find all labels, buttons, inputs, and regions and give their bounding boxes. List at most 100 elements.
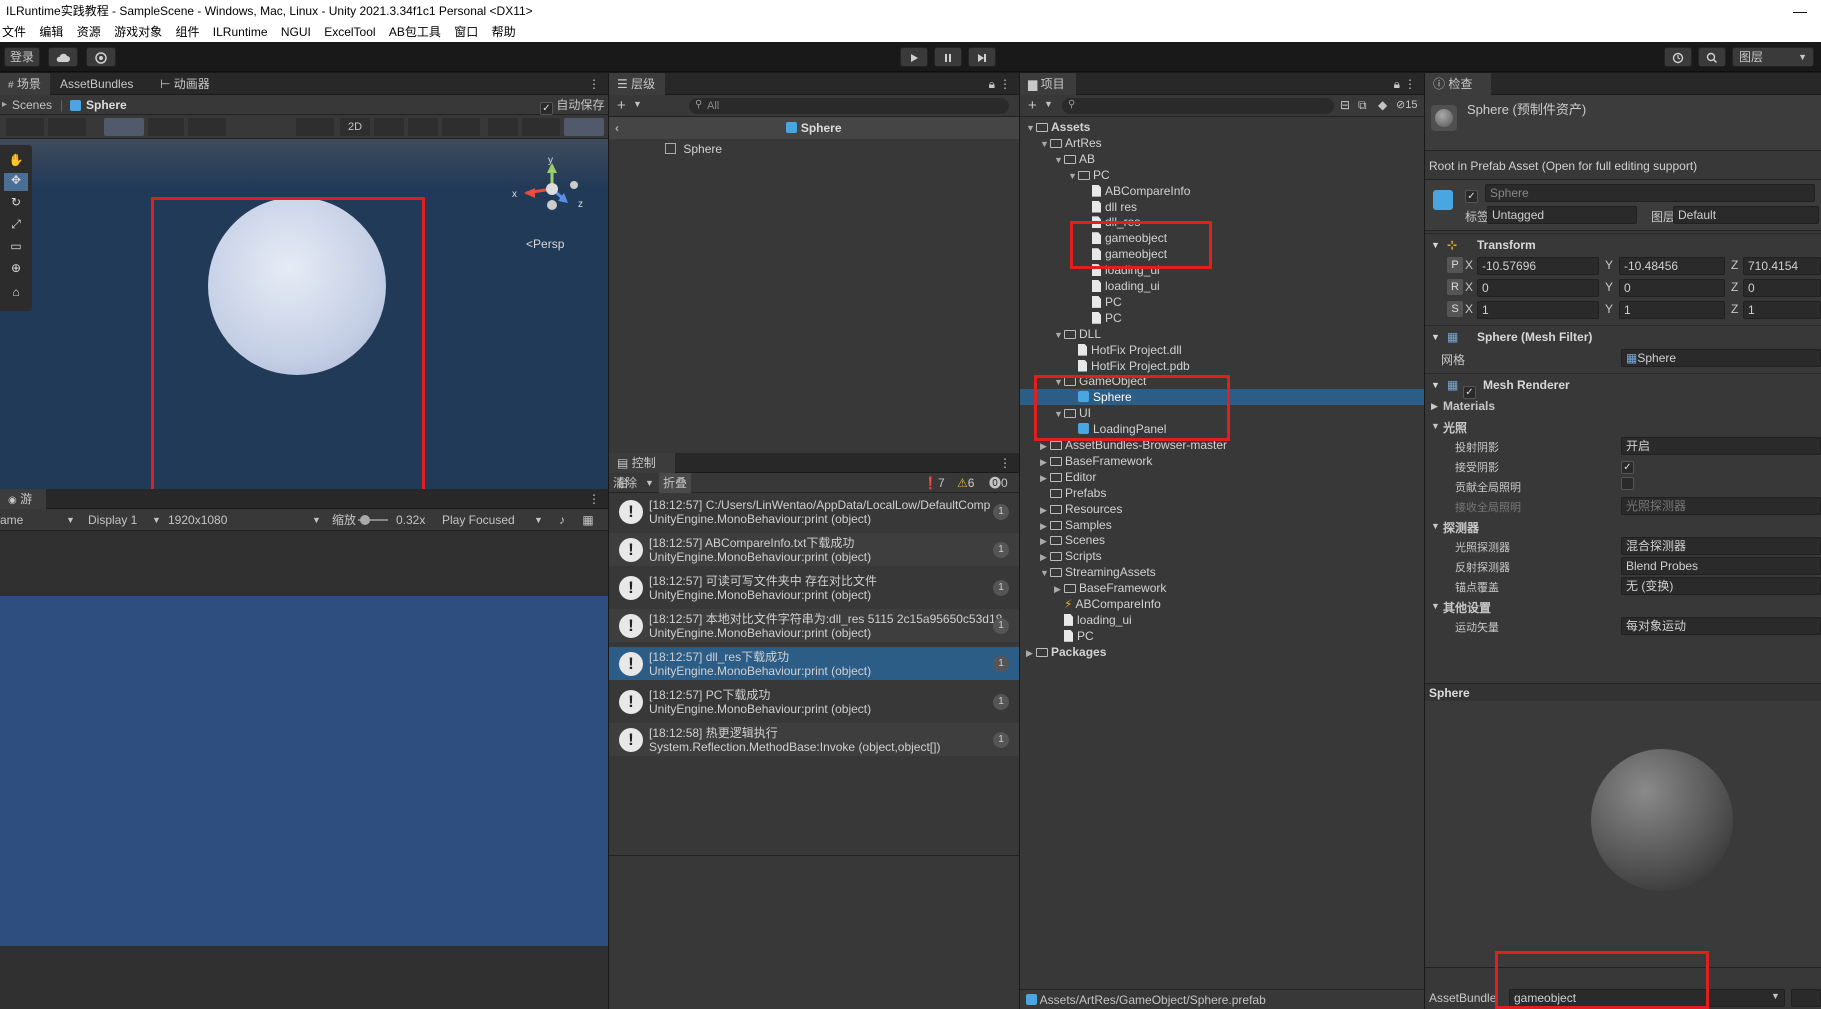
play-button[interactable] xyxy=(900,47,928,67)
log-entry[interactable]: ! [18:12:57] 本地对比文件字符串为:dll_res 5115 2c1… xyxy=(609,609,1019,642)
menu-file[interactable]: 文件 xyxy=(2,22,34,42)
visibility-toggle[interactable] xyxy=(488,118,518,136)
scale-z-field[interactable]: 1 xyxy=(1743,301,1821,319)
game-mode-dropdown[interactable]: ame xyxy=(0,509,23,531)
custom-tool-icon[interactable]: ⌂ xyxy=(4,285,28,303)
other-settings-foldout[interactable]: 其他设置 xyxy=(1443,599,1491,616)
snap-increment-button[interactable] xyxy=(188,118,226,136)
log-entry[interactable]: ! [18:12:57] C:/Users/LinWentao/AppData/… xyxy=(609,495,1019,528)
persp-label[interactable]: <Persp xyxy=(526,237,564,251)
project-tree-item[interactable]: ▼ ArtRes xyxy=(1040,135,1102,151)
menu-ab-tools[interactable]: AB包工具 xyxy=(389,22,449,42)
breadcrumb-scenes[interactable]: Scenes xyxy=(12,95,52,115)
layers-dropdown[interactable]: 图层 ▼ xyxy=(1732,47,1814,67)
autosave-checkbox[interactable]: ✓ xyxy=(540,102,553,115)
camera-dropdown[interactable] xyxy=(522,118,560,136)
tab-console[interactable]: ▤ 控制台 xyxy=(609,453,675,490)
layer-dropdown[interactable]: Default xyxy=(1673,206,1819,224)
project-tree-item[interactable]: ▼ AB xyxy=(1054,151,1095,167)
project-tree-item[interactable]: ▶ Scenes xyxy=(1040,532,1105,548)
hierarchy-item[interactable]: Sphere xyxy=(665,141,722,157)
more-options-icon[interactable]: ⋮ xyxy=(584,73,604,95)
project-tree-item[interactable]: ▶ Resources xyxy=(1040,501,1122,517)
display-dropdown[interactable]: Display 1 xyxy=(88,509,137,531)
project-tree-item[interactable]: loading_ui xyxy=(1054,612,1132,628)
project-tree-item[interactable]: ABCompareInfo xyxy=(1082,183,1190,199)
preview-sphere[interactable] xyxy=(1591,749,1733,891)
draw-mode-dropdown[interactable] xyxy=(6,118,44,136)
collapse-arrow-icon[interactable]: ▶ xyxy=(1040,502,1050,518)
motion-vectors-dropdown[interactable]: 每对象运动 xyxy=(1621,617,1821,635)
menu-ilruntime[interactable]: ILRuntime xyxy=(213,22,276,42)
add-icon[interactable]: + xyxy=(1028,97,1037,114)
active-checkbox[interactable]: ✓ xyxy=(1465,186,1478,203)
rotate-tool-icon[interactable]: ↻ xyxy=(4,195,28,213)
project-tree-item[interactable]: ▶ BaseFramework xyxy=(1040,453,1152,469)
rotation-y-field[interactable]: 0 xyxy=(1619,279,1725,297)
grid-button[interactable] xyxy=(148,118,184,136)
tab-animator[interactable]: ⊢ 动画器 xyxy=(152,73,218,95)
receive-gi-dropdown[interactable]: 光照探测器 xyxy=(1621,497,1821,515)
materials-foldout[interactable]: Materials xyxy=(1443,399,1495,413)
project-tree-item[interactable]: PC xyxy=(1082,294,1122,310)
receive-shadows-checkbox[interactable]: ✓ xyxy=(1621,457,1634,474)
project-tree-item[interactable]: ▼ DLL xyxy=(1054,326,1101,342)
project-tree-item[interactable]: ▶ Scripts xyxy=(1040,548,1102,564)
info-count-toggle[interactable]: ❗7 xyxy=(923,473,945,493)
warning-count-toggle[interactable]: ⚠6 xyxy=(957,473,974,493)
grid-snap-button[interactable] xyxy=(104,118,144,136)
move-tool-icon[interactable]: ✥ xyxy=(4,173,28,191)
position-x-field[interactable]: -10.57696 xyxy=(1477,257,1599,275)
scale-y-field[interactable]: 1 xyxy=(1619,301,1725,319)
play-focus-dropdown[interactable]: Play Focused xyxy=(442,509,515,531)
light-probes-dropdown[interactable]: 混合探测器 xyxy=(1621,537,1821,555)
game-more-options-icon[interactable]: ⋮ xyxy=(584,489,604,509)
expand-arrow-icon[interactable]: ▼ xyxy=(1068,168,1078,184)
collapse-arrow-icon[interactable]: ▶ xyxy=(1040,533,1050,549)
project-tree-item[interactable]: ▶ BaseFramework xyxy=(1054,580,1166,596)
error-count-toggle[interactable]: ⓿0 xyxy=(989,473,1008,493)
scale-x-field[interactable]: 1 xyxy=(1477,301,1599,319)
tab-project[interactable]: ▆ 项目 xyxy=(1020,73,1076,95)
login-button[interactable]: 登录 xyxy=(4,47,40,67)
resolution-dropdown[interactable]: 1920x1080 xyxy=(168,509,227,531)
step-button[interactable] xyxy=(968,47,996,67)
mode-2d-button[interactable]: 2D xyxy=(340,118,370,136)
project-tree-item[interactable]: PC xyxy=(1054,628,1094,644)
tab-inspector[interactable]: ⓘ 检查器 xyxy=(1425,73,1491,113)
pause-button[interactable] xyxy=(934,47,962,67)
project-tree-item[interactable]: Prefabs xyxy=(1040,485,1106,501)
project-tree-item[interactable]: ▼ StreamingAssets xyxy=(1040,564,1156,580)
project-tree-item[interactable]: ▼ PC xyxy=(1068,167,1110,183)
preview-header[interactable]: Sphere xyxy=(1425,683,1821,701)
transform-tool-icon[interactable]: ⊕ xyxy=(4,261,28,279)
add-icon[interactable]: + xyxy=(617,97,626,114)
anchor-override-field[interactable]: 无 (变换) xyxy=(1621,577,1821,595)
render-mode-dropdown[interactable] xyxy=(296,118,334,136)
tab-scene[interactable]: # 场景 xyxy=(0,73,50,95)
project-more-icon[interactable]: ⋮ xyxy=(1400,73,1420,95)
clear-button[interactable]: 清除 xyxy=(613,473,637,493)
autosave-toggle[interactable]: ✓ 自动保存 xyxy=(540,95,604,115)
menu-component[interactable]: 组件 xyxy=(175,22,207,42)
stats-icon[interactable]: ▦ xyxy=(578,509,598,531)
collapse-button[interactable]: 折叠 xyxy=(659,473,692,493)
project-tree-item[interactable]: HotFix Project.dll xyxy=(1068,342,1182,358)
project-tree-item[interactable]: ▶ Samples xyxy=(1040,517,1112,533)
project-tree-item[interactable]: ⚡ ABCompareInfo xyxy=(1054,596,1161,612)
log-entry[interactable]: ! [18:12:57] ABCompareInfo.txt下载成功 UnityE… xyxy=(609,533,1019,566)
undo-history-button[interactable] xyxy=(1664,47,1692,67)
project-tree-item[interactable]: ▶ Editor xyxy=(1040,469,1096,485)
project-tree-item[interactable]: ▶ Packages xyxy=(1026,644,1106,660)
hierarchy-search-input[interactable]: All xyxy=(689,98,1009,114)
position-y-field[interactable]: -10.48456 xyxy=(1619,257,1725,275)
project-tree-item[interactable]: dll res xyxy=(1082,199,1137,215)
log-entry[interactable]: ! [18:12:57] PC下载成功 UnityEngine.MonoBehav… xyxy=(609,685,1019,718)
tag-dropdown[interactable]: Untagged xyxy=(1487,206,1637,224)
cloud-button[interactable] xyxy=(48,47,78,67)
contribute-gi-checkbox[interactable] xyxy=(1621,477,1634,491)
menu-assets[interactable]: 资源 xyxy=(77,22,109,42)
menu-ngui[interactable]: NGUI xyxy=(281,22,319,42)
log-entry[interactable]: ! [18:12:57] 可读可写文件夹中 存在对比文件 UnityEngine.… xyxy=(609,571,1019,604)
collab-button[interactable] xyxy=(86,47,116,67)
